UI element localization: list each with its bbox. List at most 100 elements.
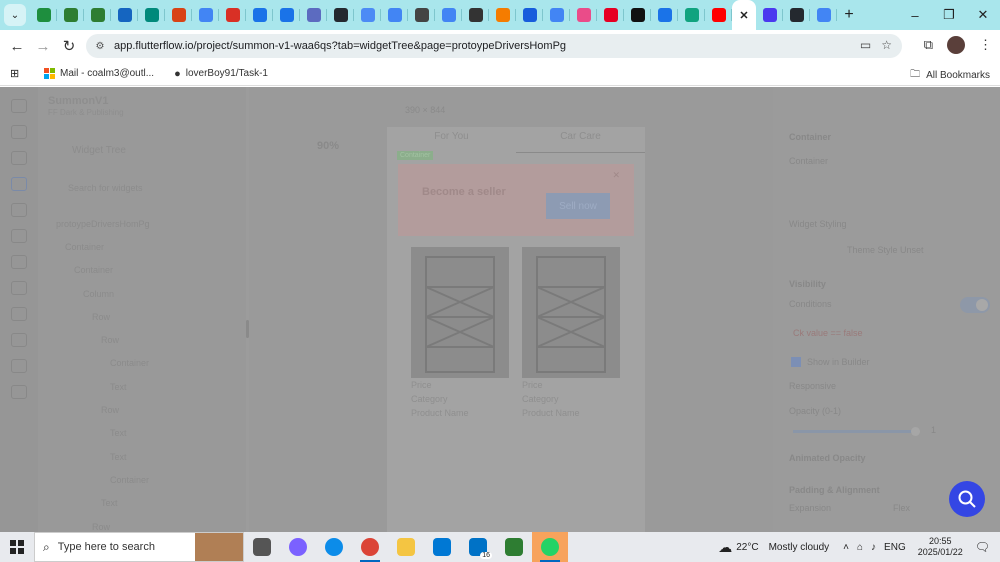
close-window-button[interactable]: ✕ (966, 0, 1000, 30)
tree-node[interactable]: Text (48, 422, 238, 445)
rail-icon[interactable] (11, 151, 27, 165)
slider-thumb[interactable] (911, 427, 920, 436)
rail-icon[interactable] (11, 125, 27, 139)
edge-taskbar-button[interactable] (316, 532, 352, 562)
browser-tab[interactable] (783, 0, 810, 30)
taskbar-search[interactable]: ⌕ Type here to search (34, 532, 244, 562)
browser-tab[interactable] (489, 0, 516, 30)
browser-tab[interactable] (678, 0, 705, 30)
tree-node[interactable]: Container (48, 468, 238, 491)
browser-tab[interactable] (543, 0, 570, 30)
browser-tab[interactable] (705, 0, 732, 30)
tree-node[interactable]: Container (48, 235, 238, 258)
cast-icon[interactable]: ▭ (860, 38, 871, 52)
tree-node[interactable]: Row (48, 328, 238, 351)
rail-icon[interactable] (11, 307, 27, 321)
whatsapp-taskbar-button[interactable] (532, 532, 568, 562)
file-explorer-taskbar-button[interactable] (388, 532, 424, 562)
apps-grid-icon[interactable]: ⊞ (10, 67, 24, 80)
back-button[interactable]: ← (4, 38, 30, 55)
new-tab-button[interactable]: + (837, 6, 861, 24)
canvas-tab[interactable]: For You (387, 127, 516, 153)
rail-icon[interactable] (11, 255, 27, 269)
browser-tab[interactable] (597, 0, 624, 30)
clock[interactable]: 20:55 2025/01/22 (918, 536, 963, 558)
opacity-value[interactable]: 1 (931, 425, 936, 435)
show-in-builder-checkbox[interactable] (791, 357, 801, 367)
browser-tab[interactable] (651, 0, 678, 30)
browser-tab[interactable]: ✕ (732, 0, 756, 30)
start-button[interactable] (0, 532, 34, 562)
network-icon[interactable]: ⌂ (857, 542, 863, 553)
banner-close-icon[interactable]: ✕ (612, 170, 620, 181)
browser-tab[interactable] (57, 0, 84, 30)
conditions-toggle[interactable] (960, 297, 990, 313)
browser-tab[interactable] (810, 0, 837, 30)
browser-tab[interactable] (435, 0, 462, 30)
tree-node[interactable]: Row (48, 305, 238, 328)
all-bookmarks[interactable]: 🗀 All Bookmarks (910, 67, 990, 84)
browser-tab[interactable] (165, 0, 192, 30)
tree-node[interactable]: Text (48, 492, 238, 515)
chevron-up-icon[interactable]: ˄ (843, 542, 849, 553)
tree-node[interactable]: protoypeDriversHomPg (48, 212, 238, 235)
notification-icon[interactable]: 🗨 (975, 540, 990, 554)
tree-node[interactable]: Text (48, 445, 238, 468)
browser-tab[interactable] (84, 0, 111, 30)
tab-search-button[interactable]: ⌄ (4, 4, 26, 26)
browser-menu-icon[interactable]: ⋮ (979, 37, 992, 53)
widget-search-input[interactable]: Search for widgets (68, 183, 143, 193)
site-info-icon[interactable]: ⚙ (92, 41, 108, 52)
search-fab[interactable] (949, 481, 985, 517)
tree-node[interactable]: Row (48, 515, 238, 532)
browser-tab[interactable] (570, 0, 597, 30)
maps-taskbar-button[interactable] (496, 532, 532, 562)
rail-icon[interactable] (11, 385, 27, 399)
product-card[interactable]: Price Category Product Name (411, 247, 509, 420)
search-highlight-image[interactable] (195, 533, 243, 561)
browser-tab[interactable] (246, 0, 273, 30)
bookmark-star-icon[interactable]: ☆ (881, 38, 892, 52)
rail-icon[interactable] (11, 333, 27, 347)
tree-node[interactable]: Row (48, 398, 238, 421)
rail-icon[interactable] (11, 359, 27, 373)
url-text[interactable]: app.flutterflow.io/project/summon-v1-waa… (114, 40, 566, 52)
volume-icon[interactable]: ♪ (871, 542, 876, 553)
address-bar[interactable]: ⚙ app.flutterflow.io/project/summon-v1-w… (86, 34, 902, 58)
browser-tab[interactable] (219, 0, 246, 30)
browser-tab[interactable] (462, 0, 489, 30)
minimize-button[interactable]: – (898, 0, 932, 30)
browser-tab[interactable] (30, 0, 57, 30)
sell-now-button[interactable]: Sell now (546, 193, 610, 219)
rail-icon[interactable] (11, 281, 27, 295)
rail-icon[interactable] (11, 229, 27, 243)
chrome-taskbar-button[interactable] (352, 532, 388, 562)
zoom-level[interactable]: 90% (317, 140, 339, 152)
rail-icon[interactable] (11, 203, 27, 217)
browser-tab[interactable] (273, 0, 300, 30)
browser-tab[interactable] (381, 0, 408, 30)
forward-button[interactable]: → (30, 38, 56, 55)
seller-banner[interactable]: Become a seller Sell now ✕ (398, 164, 634, 236)
language-indicator[interactable]: ENG (884, 542, 906, 553)
product-card[interactable]: Price Category Product Name (522, 247, 620, 420)
mail-taskbar-button[interactable]: 16 (460, 532, 496, 562)
tree-node[interactable]: Column (48, 282, 238, 305)
reload-button[interactable]: ↻ (56, 37, 82, 55)
phone-canvas[interactable]: For You Car Care Container Become a sell… (387, 127, 645, 532)
profile-avatar[interactable] (947, 36, 965, 54)
bookmark-mail[interactable]: Mail - coalm3@outl... (44, 68, 154, 79)
copilot-taskbar-button[interactable] (280, 532, 316, 562)
theme-style-button[interactable]: Theme Style Unset (847, 245, 924, 255)
rail-icon[interactable] (11, 99, 27, 113)
browser-tab[interactable] (624, 0, 651, 30)
task-view-taskbar-button[interactable] (244, 532, 280, 562)
tree-node[interactable]: Container (48, 352, 238, 375)
extensions-icon[interactable]: ⧉ (924, 37, 933, 53)
browser-tab[interactable] (300, 0, 327, 30)
weather-widget[interactable]: ☁ 22°C Mostly cloudy (718, 539, 829, 556)
browser-tab[interactable] (756, 0, 783, 30)
condition-expression[interactable]: Ck value == false (793, 328, 863, 338)
browser-tab[interactable] (408, 0, 435, 30)
browser-tab[interactable] (192, 0, 219, 30)
